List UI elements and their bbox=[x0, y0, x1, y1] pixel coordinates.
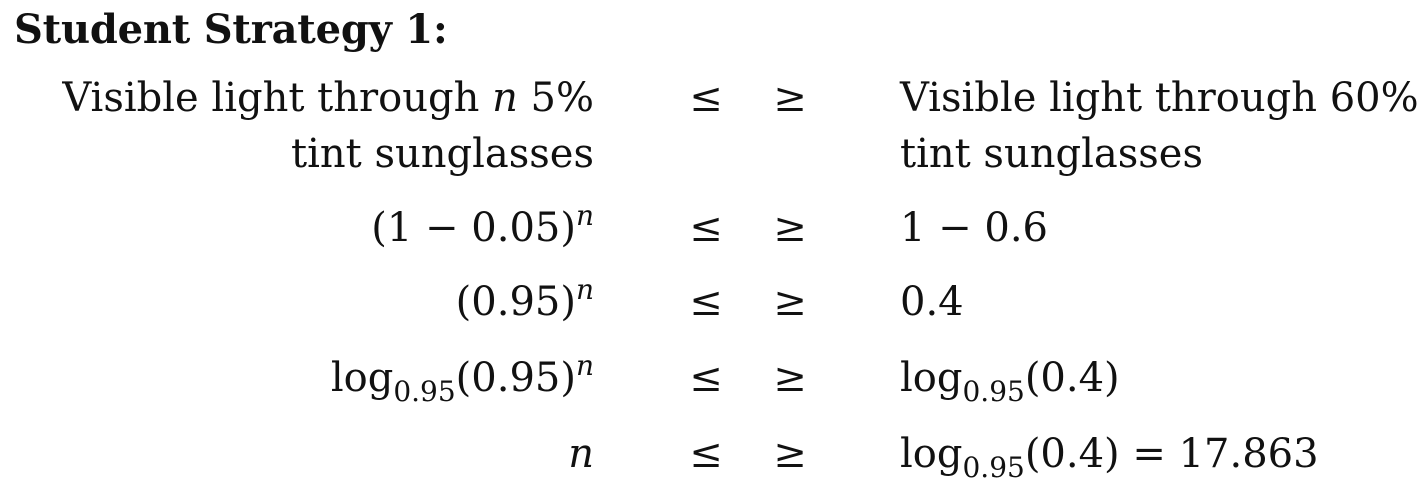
greater-equal-symbol: ≥ bbox=[773, 75, 807, 121]
row-1-right-line-1: Visible light through 60% bbox=[900, 75, 1419, 121]
row-1-left-line-2: tint sunglasses bbox=[291, 131, 594, 177]
greater-equal-symbol: ≥ bbox=[773, 355, 807, 401]
row-5-right-side: log0.95(0.4) = 17.863 bbox=[900, 431, 1319, 484]
row-4-right-side: log0.95(0.4) bbox=[900, 355, 1120, 408]
variable-n: n bbox=[492, 75, 518, 121]
exponent-n: n bbox=[575, 349, 594, 382]
page-title: Student Strategy 1: bbox=[14, 6, 448, 53]
row-1-right-side: Visible light through 60% tint sunglasse… bbox=[900, 70, 1419, 182]
log-base: 0.95 bbox=[393, 375, 456, 408]
exponent-n: n bbox=[575, 273, 594, 306]
row-3-right-side: 0.4 bbox=[900, 279, 964, 325]
row-3-left-side: (0.95)n bbox=[455, 273, 594, 326]
log-base: 0.95 bbox=[962, 451, 1025, 484]
row-5-left-side: n bbox=[568, 431, 594, 477]
less-equal-symbol: ≤ bbox=[689, 75, 723, 121]
greater-equal-symbol: ≥ bbox=[773, 431, 807, 477]
row-1-left-line-1: Visible light through n 5% bbox=[62, 75, 594, 121]
less-equal-symbol: ≤ bbox=[689, 279, 723, 325]
exponent-n: n bbox=[575, 199, 594, 232]
less-equal-symbol: ≤ bbox=[689, 355, 723, 401]
log-base: 0.95 bbox=[962, 375, 1025, 408]
result-value: = 17.863 bbox=[1119, 431, 1319, 477]
row-1-right-line-2: tint sunglasses bbox=[900, 131, 1203, 177]
row-2-right-side: 1 − 0.6 bbox=[900, 205, 1049, 251]
greater-equal-symbol: ≥ bbox=[773, 279, 807, 325]
row-4-left-side: log0.95(0.95)n bbox=[330, 349, 594, 408]
greater-equal-symbol: ≥ bbox=[773, 205, 807, 251]
row-2-left-side: (1 − 0.05)n bbox=[371, 199, 594, 252]
row-1-left-side: Visible light through n 5% tint sunglass… bbox=[62, 70, 594, 182]
less-equal-symbol: ≤ bbox=[689, 431, 723, 477]
less-equal-symbol: ≤ bbox=[689, 205, 723, 251]
